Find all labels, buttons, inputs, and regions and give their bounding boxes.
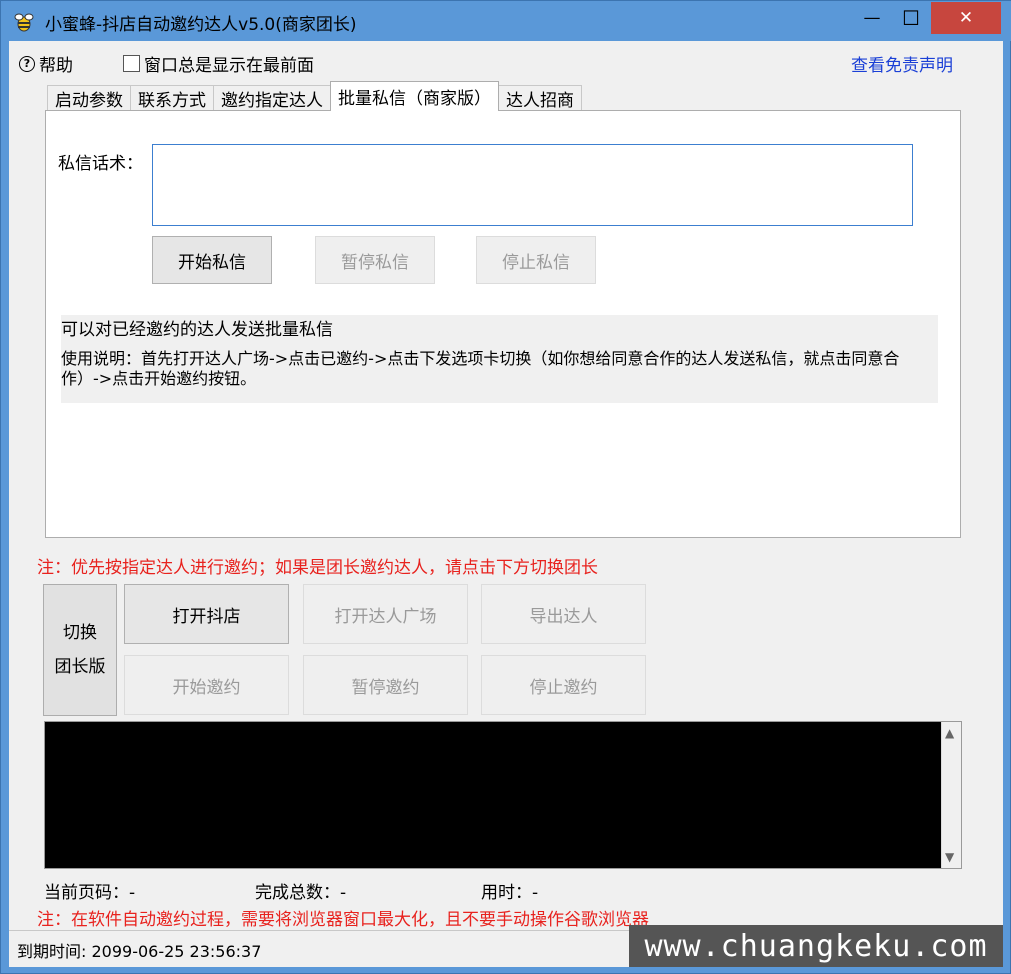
tab-invite-specified[interactable]: 邀约指定达人 <box>213 85 331 111</box>
help-label: 帮助 <box>39 56 73 76</box>
console-scrollbar[interactable]: ▲ ▼ <box>941 722 961 868</box>
start-dm-button[interactable]: 开始私信 <box>152 236 272 284</box>
always-on-top-label: 窗口总是显示在最前面 <box>144 56 314 76</box>
log-console[interactable]: ▲ ▼ <box>44 721 962 869</box>
pause-dm-button[interactable]: 暂停私信 <box>315 236 435 284</box>
current-page: 当前页码：- <box>44 878 135 903</box>
priority-note: 注：优先按指定达人进行邀约；如果是团长邀约达人，请点击下方切换团长 <box>37 558 598 578</box>
start-invite-button[interactable]: 开始邀约 <box>124 655 289 715</box>
maximize-icon: ☐ <box>902 6 920 30</box>
current-page-label: 当前页码： <box>44 883 129 903</box>
tab-batch-dm[interactable]: 批量私信（商家版） <box>330 81 499 111</box>
question-icon: ? <box>19 55 35 72</box>
total-count: 完成总数：- <box>255 878 346 903</box>
script-textarea[interactable] <box>152 144 913 226</box>
script-label: 私信话术： <box>58 154 143 174</box>
browser-note: 注：在软件自动邀约过程，需要将浏览器窗口最大化，且不要手动操作谷歌浏览器 <box>37 910 649 930</box>
checkbox-box[interactable] <box>123 55 140 72</box>
close-button[interactable]: ✕ <box>931 2 1001 34</box>
export-button[interactable]: 导出达人 <box>481 584 646 644</box>
scroll-down-icon[interactable]: ▼ <box>945 850 954 864</box>
open-plaza-button[interactable]: 打开达人广场 <box>303 584 468 644</box>
help-link[interactable]: ? 帮助 <box>19 51 73 76</box>
bee-icon <box>14 13 34 32</box>
total-value: - <box>340 883 347 903</box>
always-on-top-checkbox[interactable]: 窗口总是显示在最前面 <box>123 51 314 76</box>
current-page-value: - <box>129 883 136 903</box>
expiry-time: 到期时间: 2099-06-25 23:56:37 <box>17 942 262 961</box>
open-shop-button[interactable]: 打开抖店 <box>124 584 289 644</box>
switch-label-2: 团长版 <box>54 657 106 677</box>
info-line-1: 可以对已经邀约的达人发送批量私信 <box>61 320 333 340</box>
switch-label-1: 切换 <box>63 623 97 643</box>
tab-contact[interactable]: 联系方式 <box>130 85 214 111</box>
tab-bar: 启动参数 联系方式 邀约指定达人 批量私信（商家版） 达人招商 <box>47 81 582 111</box>
pause-invite-button[interactable]: 暂停邀约 <box>303 655 468 715</box>
stop-dm-button[interactable]: 停止私信 <box>476 236 596 284</box>
close-icon: ✕ <box>958 8 974 28</box>
client-area: ? 帮助 窗口总是显示在最前面 查看免责声明 启动参数 联系方式 邀约指定达人 … <box>9 41 1003 967</box>
scroll-up-icon[interactable]: ▲ <box>945 726 954 740</box>
tab-startup-params[interactable]: 启动参数 <box>47 85 131 111</box>
total-label: 完成总数： <box>255 883 340 903</box>
disclaimer-link[interactable]: 查看免责声明 <box>851 51 953 76</box>
elapsed-time: 用时：- <box>481 878 538 903</box>
switch-leader-button[interactable]: 切换 团长版 <box>43 584 117 716</box>
batch-dm-panel: 私信话术： 开始私信 暂停私信 停止私信 可以对已经邀约的达人发送批量私信 使用… <box>45 110 961 538</box>
info-line-2: 使用说明：首先打开达人广场->点击已邀约->点击下发选项卡切换（如你想给同意合作… <box>61 349 900 388</box>
window-title: 小蜜蜂-抖店自动邀约达人v5.0(商家团长) <box>45 15 357 35</box>
watermark: www.chuangkeku.com <box>629 925 1003 967</box>
maximize-button[interactable]: ☐ <box>886 3 936 33</box>
tab-recruit[interactable]: 达人招商 <box>498 85 582 111</box>
time-label: 用时： <box>481 883 532 903</box>
title-bar[interactable]: 小蜜蜂-抖店自动邀约达人v5.0(商家团长) — ☐ ✕ <box>1 1 1011 41</box>
stop-invite-button[interactable]: 停止邀约 <box>481 655 646 715</box>
instructions-box: 可以对已经邀约的达人发送批量私信 使用说明：首先打开达人广场->点击已邀约->点… <box>61 315 938 403</box>
app-window: 小蜜蜂-抖店自动邀约达人v5.0(商家团长) — ☐ ✕ ? 帮助 窗口总是显示… <box>0 0 1011 974</box>
minimize-icon: — <box>863 8 881 28</box>
time-value: - <box>532 883 539 903</box>
